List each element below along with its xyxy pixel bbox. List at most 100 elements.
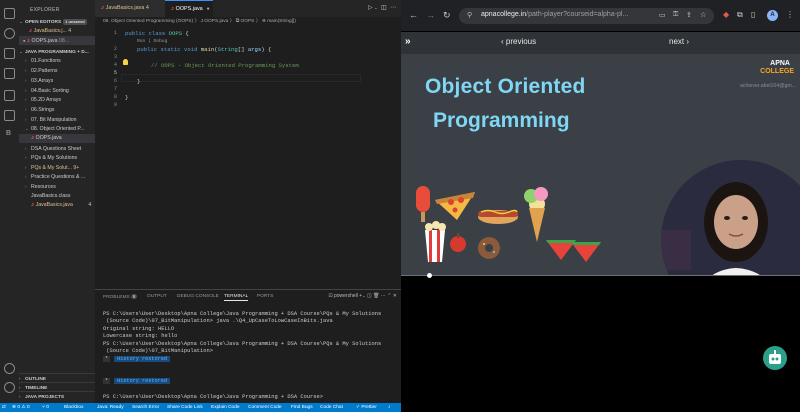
split-editor-icon[interactable]: ◫ [381, 5, 387, 11]
status-code-chat[interactable]: Code Chat [320, 403, 343, 412]
chat-bot-icon[interactable] [763, 346, 787, 370]
expand-sidebar-icon[interactable]: » [405, 36, 411, 47]
outline-section[interactable]: › OUTLINE [19, 373, 95, 382]
apna-college-logo: APNA [770, 60, 790, 67]
bookmark-star-icon[interactable]: ☆ [700, 11, 706, 19]
tree-folder[interactable]: › 03.Arrays [19, 76, 95, 85]
tab-problems[interactable]: PROBLEMS 8 [103, 294, 138, 300]
tree-file[interactable]: JavaBasics.class [19, 192, 95, 201]
next-button[interactable]: next › [669, 37, 689, 46]
blackbox-icon[interactable]: B [6, 130, 11, 137]
tree-folder[interactable]: › 01.Functions [19, 56, 95, 65]
tree-folder[interactable]: › PQs & My Solutions [19, 153, 95, 162]
close-icon[interactable]: ✕ [393, 293, 397, 299]
extensions-icon[interactable] [4, 90, 15, 101]
address-bar[interactable]: ⚲ apnacollege.in/path-player?courseid=al… [459, 8, 714, 24]
open-editor-oops[interactable]: ● J OOPS.java 08... [19, 36, 95, 45]
open-editor-javabasics[interactable]: J JavaBasics.j... 4 [19, 27, 95, 36]
extension-icon[interactable]: ◆ [723, 10, 729, 19]
terminal-icon: ⊡ [328, 293, 333, 299]
testing-icon[interactable] [4, 110, 15, 121]
vscode-window: B EXPLORER ⌄ OPEN EDITORS 1 unsaved J JavaB… [0, 0, 401, 412]
tree-file-oops[interactable]: J OOPS.java [19, 134, 95, 143]
url-text[interactable]: apnacollege.in/path-player?courseid=alph… [481, 11, 628, 18]
key-icon[interactable]: ⚿ [673, 11, 678, 19]
video-player[interactable]: Object Oriented Programming achiever.abe… [401, 54, 800, 276]
code-editor[interactable]: 1 2 3 4 5 6 7 8 9 public class OOPS { Ru… [95, 27, 401, 289]
site-info-icon[interactable]: ⚲ [467, 11, 472, 19]
breadcrumb[interactable]: 08. Object Oriented Programming (OOPS) 〉… [95, 17, 401, 27]
chevron-down-icon[interactable]: ⌄ [374, 5, 377, 10]
watermark-email: achiever.abel104@gm... [739, 83, 796, 89]
tab-javabasics[interactable]: J JavaBasics.java 4 [95, 0, 165, 17]
ice-cream-cone-icon [524, 187, 548, 242]
status-java-ready[interactable]: Java: Ready [97, 403, 124, 412]
back-icon[interactable]: ← [409, 10, 418, 20]
tree-folder[interactable]: › 05.2D Arrays [19, 95, 95, 104]
tree-folder[interactable]: › Resources [19, 182, 95, 191]
share-icon[interactable]: ⇪ [686, 11, 692, 19]
tab-debug-console[interactable]: DEBUG CONSOLE [177, 294, 219, 299]
problems-status[interactable]: ⊗ 0 ⚠ 0 [12, 403, 30, 412]
unsaved-dot-icon[interactable]: ● [207, 6, 210, 12]
tree-folder[interactable]: › 02.Patterns [19, 66, 95, 75]
tree-folder[interactable]: › 04.Basic Sorting [19, 86, 95, 95]
split-terminal-icon[interactable]: ◫ [367, 293, 372, 299]
workspace-header[interactable]: ⌄ JAVA PROGRAMMING + D... [19, 47, 95, 56]
tree-folder[interactable]: › DSA Questions Sheet [19, 144, 95, 153]
extensions-puzzle-icon[interactable]: ⧉ [737, 10, 743, 20]
tab-terminal[interactable]: TERMINAL [224, 294, 249, 301]
more-icon[interactable]: ⋯ [390, 5, 396, 11]
side-panel-icon[interactable]: ▯ [751, 10, 755, 19]
settings-gear-icon[interactable] [4, 382, 15, 393]
terminal-name[interactable]: powershell [334, 293, 358, 299]
trash-icon[interactable]: 🗑 [373, 293, 379, 299]
search-icon[interactable] [4, 28, 15, 39]
account-icon[interactable] [4, 363, 15, 374]
status-search-error[interactable]: Search Error [132, 403, 159, 412]
open-editors-header[interactable]: ⌄ OPEN EDITORS 1 unsaved [19, 17, 95, 26]
status-share-code[interactable]: Share Code Link [167, 403, 203, 412]
java-projects-section[interactable]: › JAVA PROJECTS [19, 391, 95, 400]
status-explain-code[interactable]: Explain Code [211, 403, 240, 412]
run-debug-codelens[interactable]: Run | Debug [137, 39, 167, 44]
remote-icon[interactable]: ⇄ [2, 403, 6, 412]
previous-button[interactable]: ‹ previous [501, 37, 536, 46]
menu-dots-icon[interactable]: ⋮ [786, 10, 794, 19]
video-progress-track[interactable] [401, 275, 800, 276]
modified-dot-icon: ● [23, 38, 26, 43]
tab-ports[interactable]: PORTS [257, 294, 273, 299]
tree-file[interactable]: J JavaBasics.java 4 [19, 201, 95, 210]
status-prettier[interactable]: ✓ Prettier [356, 403, 377, 412]
bell-icon[interactable]: ♪ [388, 403, 390, 412]
explorer-icon[interactable] [4, 8, 15, 19]
tab-output[interactable]: OUTPUT [147, 294, 167, 299]
run-debug-icon[interactable] [4, 68, 15, 79]
terminal-line: (Source Code)\07_BitManipulation> [103, 348, 213, 354]
more-icon[interactable]: ⋯ [381, 293, 386, 299]
tree-folder[interactable]: › 07. Bit Manipulation [19, 115, 95, 124]
profile-avatar[interactable]: A [767, 10, 778, 21]
status-blackbox[interactable]: Blackbox [64, 403, 83, 412]
run-icon[interactable]: ▷ [368, 5, 373, 11]
tree-label: Resources [31, 184, 56, 190]
tree-folder[interactable]: › PQs & My Solut... 9+ [19, 163, 95, 172]
bottom-panel: PROBLEMS 8 OUTPUT DEBUG CONSOLE TERMINAL… [95, 289, 401, 403]
tree-folder-open[interactable]: ⌄ 08. Object Oriented P... [19, 124, 95, 133]
timeline-section[interactable]: › TIMELINE [19, 382, 95, 391]
tab-oops[interactable]: J OOPS.java ● [165, 0, 213, 17]
tree-folder[interactable]: › Practice Questions & ... [19, 172, 95, 181]
status-comment-code[interactable]: Comment Code [248, 403, 282, 412]
video-progress-handle[interactable] [426, 273, 432, 278]
terminal-prompt[interactable]: PS C:\Users\User\Desktop\Apna College\Ja… [103, 394, 323, 400]
ports-status[interactable]: ⑂ 0 [42, 403, 49, 412]
tree-folder[interactable]: › 06.Strings [19, 105, 95, 114]
chevron-down-icon[interactable]: ⌄ [362, 293, 365, 298]
source-control-icon[interactable] [4, 48, 15, 59]
status-find-bugs[interactable]: Find Bugs [291, 403, 313, 412]
cast-icon[interactable]: ▭ [659, 11, 666, 19]
reload-icon[interactable]: ↻ [443, 10, 451, 21]
forward-icon[interactable]: → [426, 10, 435, 20]
maximize-icon[interactable]: ⌃ [387, 293, 391, 299]
lightbulb-icon[interactable] [123, 59, 128, 65]
